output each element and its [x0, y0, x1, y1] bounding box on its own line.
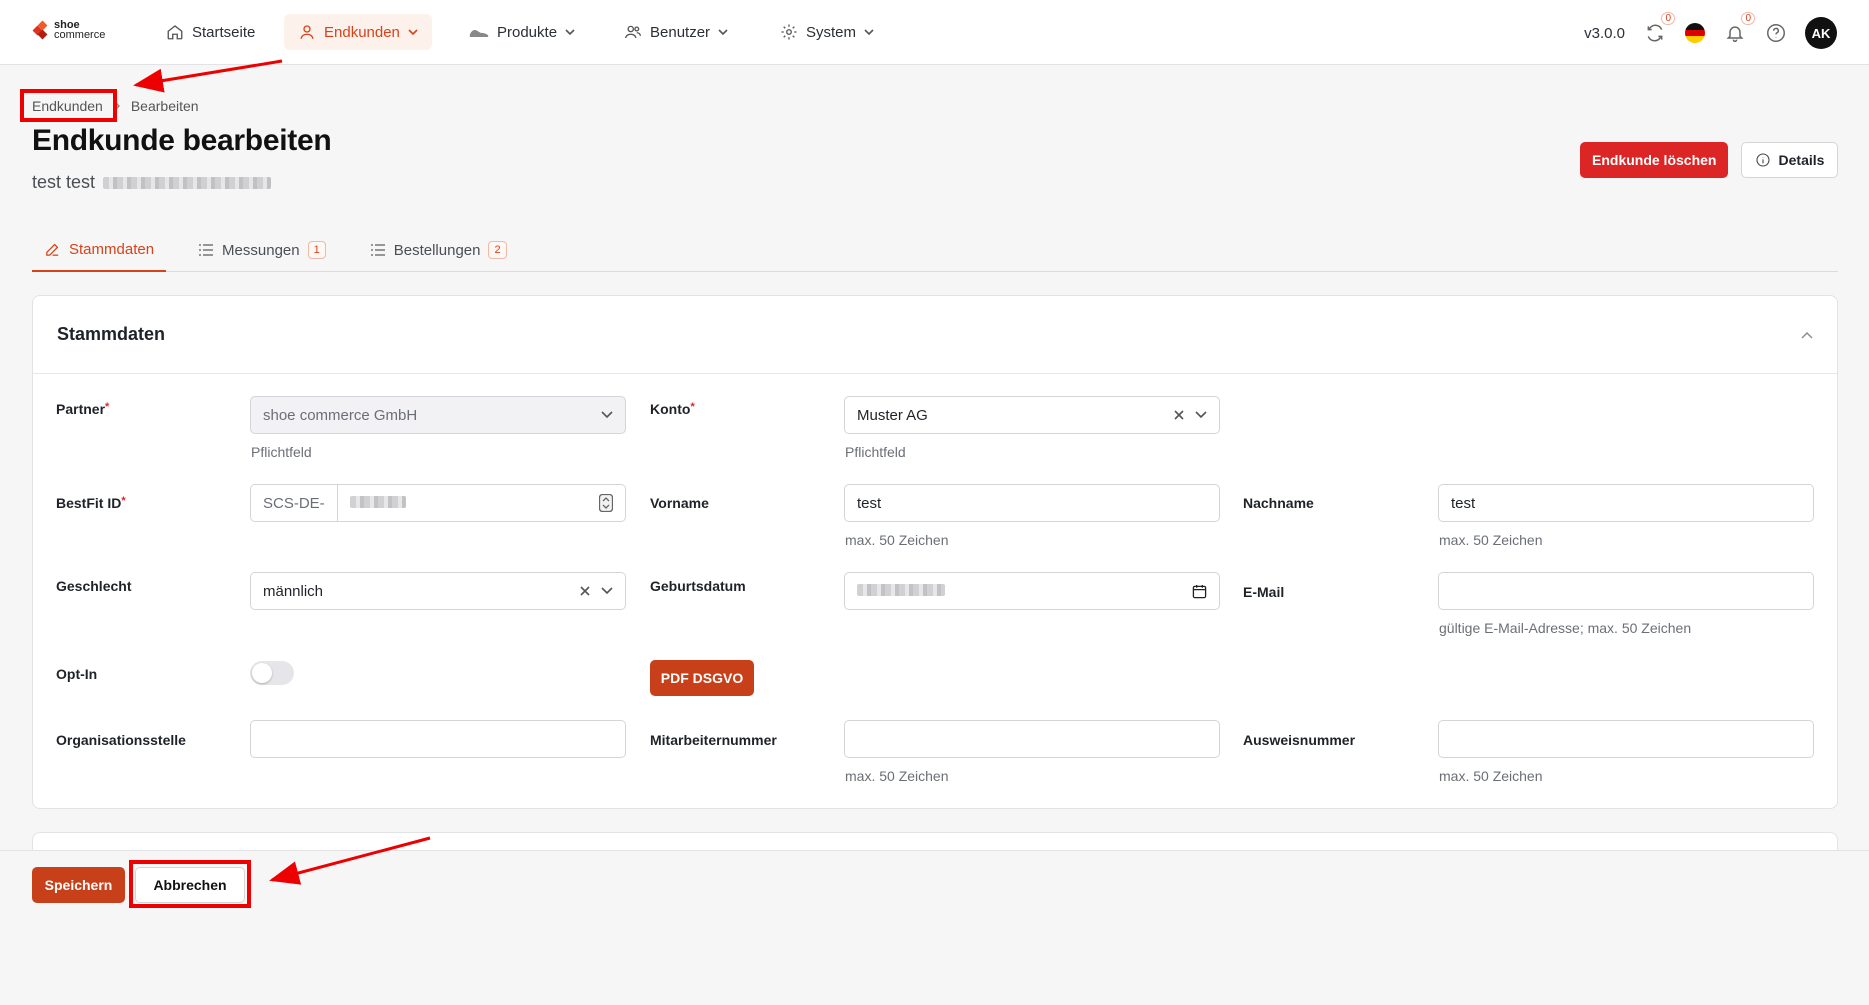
section-title: Stammdaten [57, 324, 166, 344]
version-label: v3.0.0 [1584, 24, 1625, 42]
konto-hint: Pflichtfeld [845, 444, 906, 460]
nav-produkte[interactable]: Produkte [455, 14, 589, 50]
tab-bestellungen[interactable]: Bestellungen 2 [358, 228, 519, 272]
partner-select[interactable]: shoe commerce GmbH [250, 396, 626, 434]
messungen-count-badge: 1 [307, 241, 326, 259]
top-navigation: shoe commerce Startseite Endkunden Produk… [0, 0, 1869, 65]
breadcrumb-current: Bearbeiten [130, 98, 199, 114]
vorname-hint: max. 50 Zeichen [845, 532, 949, 548]
shoe-icon [469, 29, 489, 37]
details-button[interactable]: Details [1741, 142, 1838, 178]
sync-icon [1647, 24, 1663, 42]
konto-label: Konto* [650, 401, 695, 417]
annotation-highlight-breadcrumb [20, 89, 117, 122]
chevron-down-icon [1195, 411, 1207, 419]
partner-label: Partner* [56, 401, 110, 417]
nachname-hint: max. 50 Zeichen [1439, 532, 1543, 548]
help-icon[interactable] [1765, 22, 1787, 44]
geburtsdatum-label: Geburtsdatum [650, 578, 746, 594]
chevron-down-icon [601, 587, 613, 595]
user-icon [300, 25, 314, 39]
geburtsdatum-input[interactable] [844, 572, 1220, 610]
logo-mark-icon [32, 20, 50, 40]
mitarbeiternummer-hint: max. 50 Zeichen [845, 768, 949, 784]
notification-count-badge: 0 [1741, 12, 1755, 25]
vorname-label: Vorname [650, 495, 709, 511]
chevron-down-icon [565, 29, 575, 36]
list-icon [370, 244, 385, 256]
bestfit-id-label: BestFit ID* [56, 495, 126, 511]
chevron-down-icon [864, 29, 874, 36]
notifications-button[interactable]: 0 [1723, 12, 1755, 45]
vorname-input[interactable]: test [844, 484, 1220, 522]
pdf-dsgvo-button[interactable]: PDF DSGVO [650, 660, 754, 696]
bell-icon [1726, 26, 1744, 43]
chevron-down-icon [718, 29, 728, 36]
optin-toggle[interactable] [250, 661, 294, 685]
nav-system[interactable]: System [766, 14, 888, 50]
mitarbeiternummer-label: Mitarbeiternummer [650, 732, 777, 748]
email-input[interactable] [1438, 572, 1814, 610]
home-icon [167, 25, 183, 40]
annotation-highlight-cancel [129, 860, 251, 908]
geschlecht-label: Geschlecht [56, 578, 132, 594]
tab-messungen[interactable]: Messungen 1 [186, 228, 338, 272]
konto-select[interactable]: Muster AG [844, 396, 1220, 434]
bestellungen-count-badge: 2 [488, 241, 507, 259]
page-title: Endkunde bearbeiten [32, 124, 332, 157]
number-stepper-icon[interactable] [599, 494, 613, 512]
redacted-bestfit-id [349, 495, 406, 508]
redacted-id [103, 176, 272, 189]
email-label: E-Mail [1243, 584, 1285, 600]
organisationsstelle-label: Organisationsstelle [56, 732, 186, 748]
chevron-down-icon [601, 411, 613, 419]
email-hint: gültige E-Mail-Adresse; max. 50 Zeichen [1439, 620, 1692, 636]
save-button[interactable]: Speichern [32, 867, 125, 903]
edit-icon [46, 243, 59, 256]
tab-stammdaten[interactable]: Stammdaten [32, 228, 167, 272]
calendar-icon[interactable] [1192, 584, 1207, 599]
partner-hint: Pflichtfeld [251, 444, 312, 460]
geschlecht-select[interactable]: männlich [250, 572, 626, 610]
ausweisnummer-label: Ausweisnummer [1243, 732, 1356, 748]
tab-bar: Stammdaten Messungen 1 Bestellungen 2 [32, 228, 1838, 272]
sync-button[interactable]: 0 [1643, 12, 1675, 45]
nachname-label: Nachname [1243, 495, 1314, 511]
german-flag-icon[interactable] [1685, 23, 1705, 43]
nav-startseite[interactable]: Startseite [152, 14, 269, 50]
info-icon [1755, 153, 1770, 167]
organisationsstelle-input[interactable] [250, 720, 626, 758]
bestfit-id-prefix: SCS-DE- [263, 485, 338, 521]
bestfit-id-input[interactable]: SCS-DE- [250, 484, 626, 522]
stammdaten-card-header[interactable]: Stammdaten [33, 296, 1837, 374]
page-subtitle: test test [32, 172, 272, 193]
list-icon [199, 244, 214, 256]
gear-icon [781, 24, 797, 40]
chevron-down-icon [408, 29, 418, 36]
nav-benutzer[interactable]: Benutzer [610, 14, 742, 50]
clear-icon[interactable] [1173, 409, 1185, 421]
redacted-birthdate [857, 583, 945, 596]
shoe-commerce-logo[interactable]: shoe commerce [32, 20, 105, 41]
ausweisnummer-hint: max. 50 Zeichen [1439, 768, 1543, 784]
sync-count-badge: 0 [1661, 12, 1675, 25]
mitarbeiternummer-input[interactable] [844, 720, 1220, 758]
chevron-up-icon[interactable] [1801, 331, 1813, 339]
users-icon [624, 25, 642, 39]
nachname-input[interactable]: test [1438, 484, 1814, 522]
clear-icon[interactable] [579, 585, 591, 597]
optin-label: Opt-In [56, 666, 98, 682]
form-footer [0, 850, 1869, 1005]
topbar-actions: v3.0.0 0 0 AK [1584, 12, 1837, 50]
ausweisnummer-input[interactable] [1438, 720, 1814, 758]
delete-customer-button[interactable]: Endkunde löschen [1580, 142, 1729, 178]
nav-endkunden[interactable]: Endkunden [284, 14, 432, 50]
user-avatar[interactable]: AK [1805, 17, 1837, 49]
